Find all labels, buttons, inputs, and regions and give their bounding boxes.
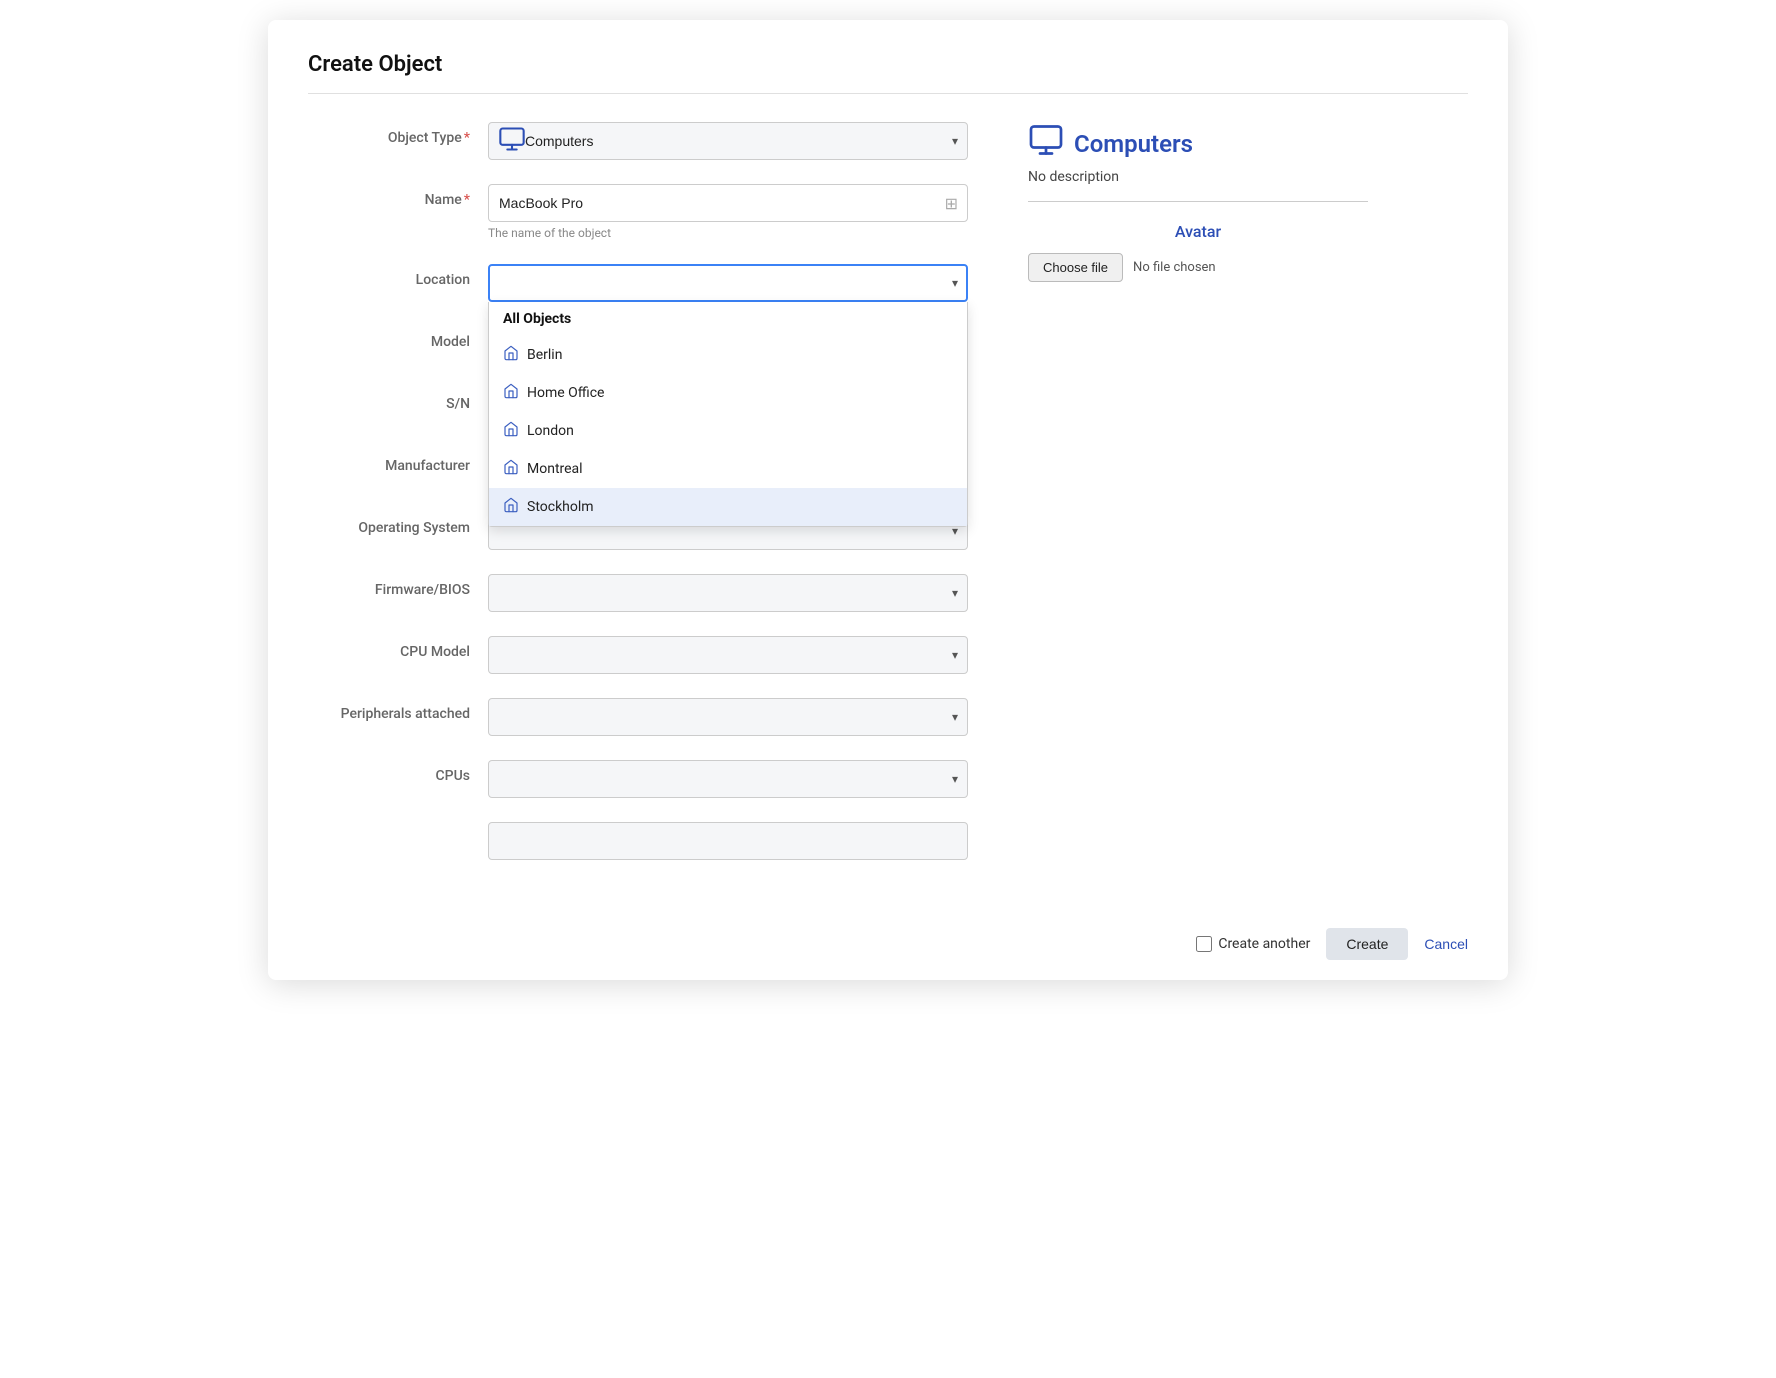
firmware-select[interactable] [488, 574, 968, 612]
create-button[interactable]: Create [1326, 928, 1408, 960]
object-type-select[interactable]: Computers Servers Printers Phones [488, 122, 968, 160]
name-field: ⊞ The name of the object [488, 184, 968, 240]
cpu-model-select[interactable] [488, 636, 968, 674]
manufacturer-label: Manufacturer [308, 450, 488, 474]
right-panel-divider [1028, 201, 1368, 202]
cancel-button[interactable]: Cancel [1424, 936, 1468, 952]
cpus-select[interactable] [488, 760, 968, 798]
london-label: London [527, 423, 574, 439]
create-another-label: Create another [1218, 936, 1310, 952]
location-label: Location [308, 264, 488, 288]
location-input[interactable] [488, 264, 968, 302]
cpus-row: CPUs ▾ [308, 760, 968, 798]
object-type-select-wrapper: Computers Servers Printers Phones ▾ [488, 122, 968, 160]
extra-label [308, 822, 488, 830]
object-type-row: Object Type* Computers [308, 122, 968, 160]
london-location-icon [503, 421, 519, 441]
object-type-field: Computers Servers Printers Phones ▾ [488, 122, 968, 160]
dialog-title: Create Object [308, 52, 1468, 77]
peripherals-row: Peripherals attached ▾ [308, 698, 968, 736]
location-option-home-office[interactable]: Home Office [489, 374, 967, 412]
berlin-location-icon [503, 345, 519, 365]
name-input-grid-icon: ⊞ [945, 194, 958, 213]
location-option-berlin[interactable]: Berlin [489, 336, 967, 374]
firmware-row: Firmware/BIOS ▾ [308, 574, 968, 612]
cpu-model-label: CPU Model [308, 636, 488, 660]
create-object-dialog: Create Object Object Type* [268, 20, 1508, 980]
create-another-row: Create another [1196, 936, 1310, 952]
cpu-model-field: ▾ [488, 636, 968, 674]
peripherals-label: Peripherals attached [308, 698, 488, 722]
create-another-checkbox[interactable] [1196, 936, 1212, 952]
cpu-model-select-wrapper: ▾ [488, 636, 968, 674]
right-panel-title: Computers [1074, 130, 1193, 158]
name-label: Name* [308, 184, 488, 208]
location-option-all-objects[interactable]: All Objects [489, 302, 967, 336]
extra-row [308, 822, 968, 860]
home-office-location-icon [503, 383, 519, 403]
name-input-wrapper: ⊞ [488, 184, 968, 222]
dialog-footer: Create another Create Cancel [1196, 928, 1468, 960]
all-objects-label: All Objects [503, 311, 571, 327]
firmware-field: ▾ [488, 574, 968, 612]
firmware-label: Firmware/BIOS [308, 574, 488, 598]
home-office-label: Home Office [527, 385, 604, 401]
location-field: ▾ All Objects Berlin [488, 264, 968, 302]
extra-input[interactable] [488, 822, 968, 860]
right-panel-computer-icon [1028, 122, 1064, 165]
extra-field [488, 822, 968, 860]
stockholm-label: Stockholm [527, 499, 594, 515]
name-input[interactable] [488, 184, 968, 222]
sn-label: S/N [308, 388, 488, 412]
right-panel-description: No description [1028, 169, 1368, 185]
avatar-section-title: Avatar [1028, 222, 1368, 241]
location-dropdown: All Objects Berlin [488, 302, 968, 527]
left-panel: Object Type* Computers [308, 122, 968, 884]
peripherals-select[interactable] [488, 698, 968, 736]
location-option-stockholm[interactable]: Stockholm [489, 488, 967, 526]
cpus-field: ▾ [488, 760, 968, 798]
right-panel: Computers No description Avatar Choose f… [1028, 122, 1368, 884]
os-label: Operating System [308, 512, 488, 536]
location-option-london[interactable]: London [489, 412, 967, 450]
no-file-chosen-text: No file chosen [1133, 260, 1216, 275]
location-option-montreal[interactable]: Montreal [489, 450, 967, 488]
choose-file-button[interactable]: Choose file [1028, 253, 1123, 282]
computer-select-icon [498, 125, 526, 157]
berlin-label: Berlin [527, 347, 562, 363]
montreal-location-icon [503, 459, 519, 479]
name-hint: The name of the object [488, 226, 968, 240]
cpus-label: CPUs [308, 760, 488, 784]
name-row: Name* ⊞ The name of the object [308, 184, 968, 240]
avatar-file-row: Choose file No file chosen [1028, 253, 1368, 282]
peripherals-field: ▾ [488, 698, 968, 736]
dialog-body: Object Type* Computers [308, 122, 1468, 884]
model-label: Model [308, 326, 488, 350]
object-type-label: Object Type* [308, 122, 488, 146]
peripherals-select-wrapper: ▾ [488, 698, 968, 736]
firmware-select-wrapper: ▾ [488, 574, 968, 612]
location-row: Location ▾ All Objects [308, 264, 968, 302]
montreal-label: Montreal [527, 461, 583, 477]
title-divider [308, 93, 1468, 94]
cpus-select-wrapper: ▾ [488, 760, 968, 798]
right-panel-header: Computers [1028, 122, 1368, 165]
stockholm-location-icon [503, 497, 519, 517]
cpu-model-row: CPU Model ▾ [308, 636, 968, 674]
